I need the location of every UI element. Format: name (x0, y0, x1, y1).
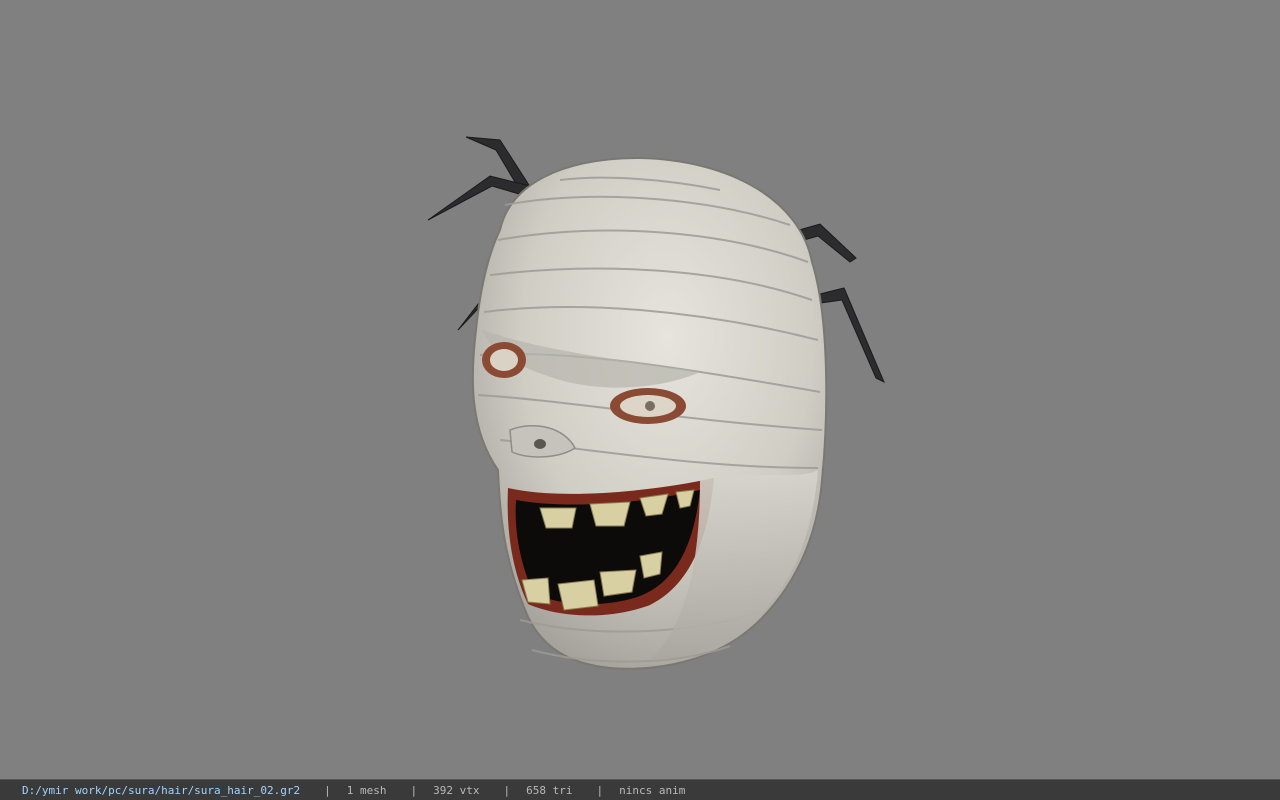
mummy-head (471, 156, 828, 670)
vertex-count: 392 vtx (433, 783, 480, 797)
separator: | (596, 783, 604, 797)
status-bar: D:/ymir work/pc/sura/hair/sura_hair_02.g… (0, 779, 1280, 800)
triangle-count: 658 tri (526, 783, 573, 797)
mummy-head-model[interactable] (0, 0, 1280, 779)
3d-viewport[interactable] (0, 0, 1280, 779)
separator: | (324, 783, 331, 797)
mesh-count: 1 mesh (346, 783, 387, 797)
animation-status: nincs anim (619, 783, 686, 797)
separator: | (410, 783, 418, 797)
separator: | (503, 783, 511, 797)
file-path: D:/ymir work/pc/sura/hair/sura_hair_02.g… (22, 783, 301, 797)
